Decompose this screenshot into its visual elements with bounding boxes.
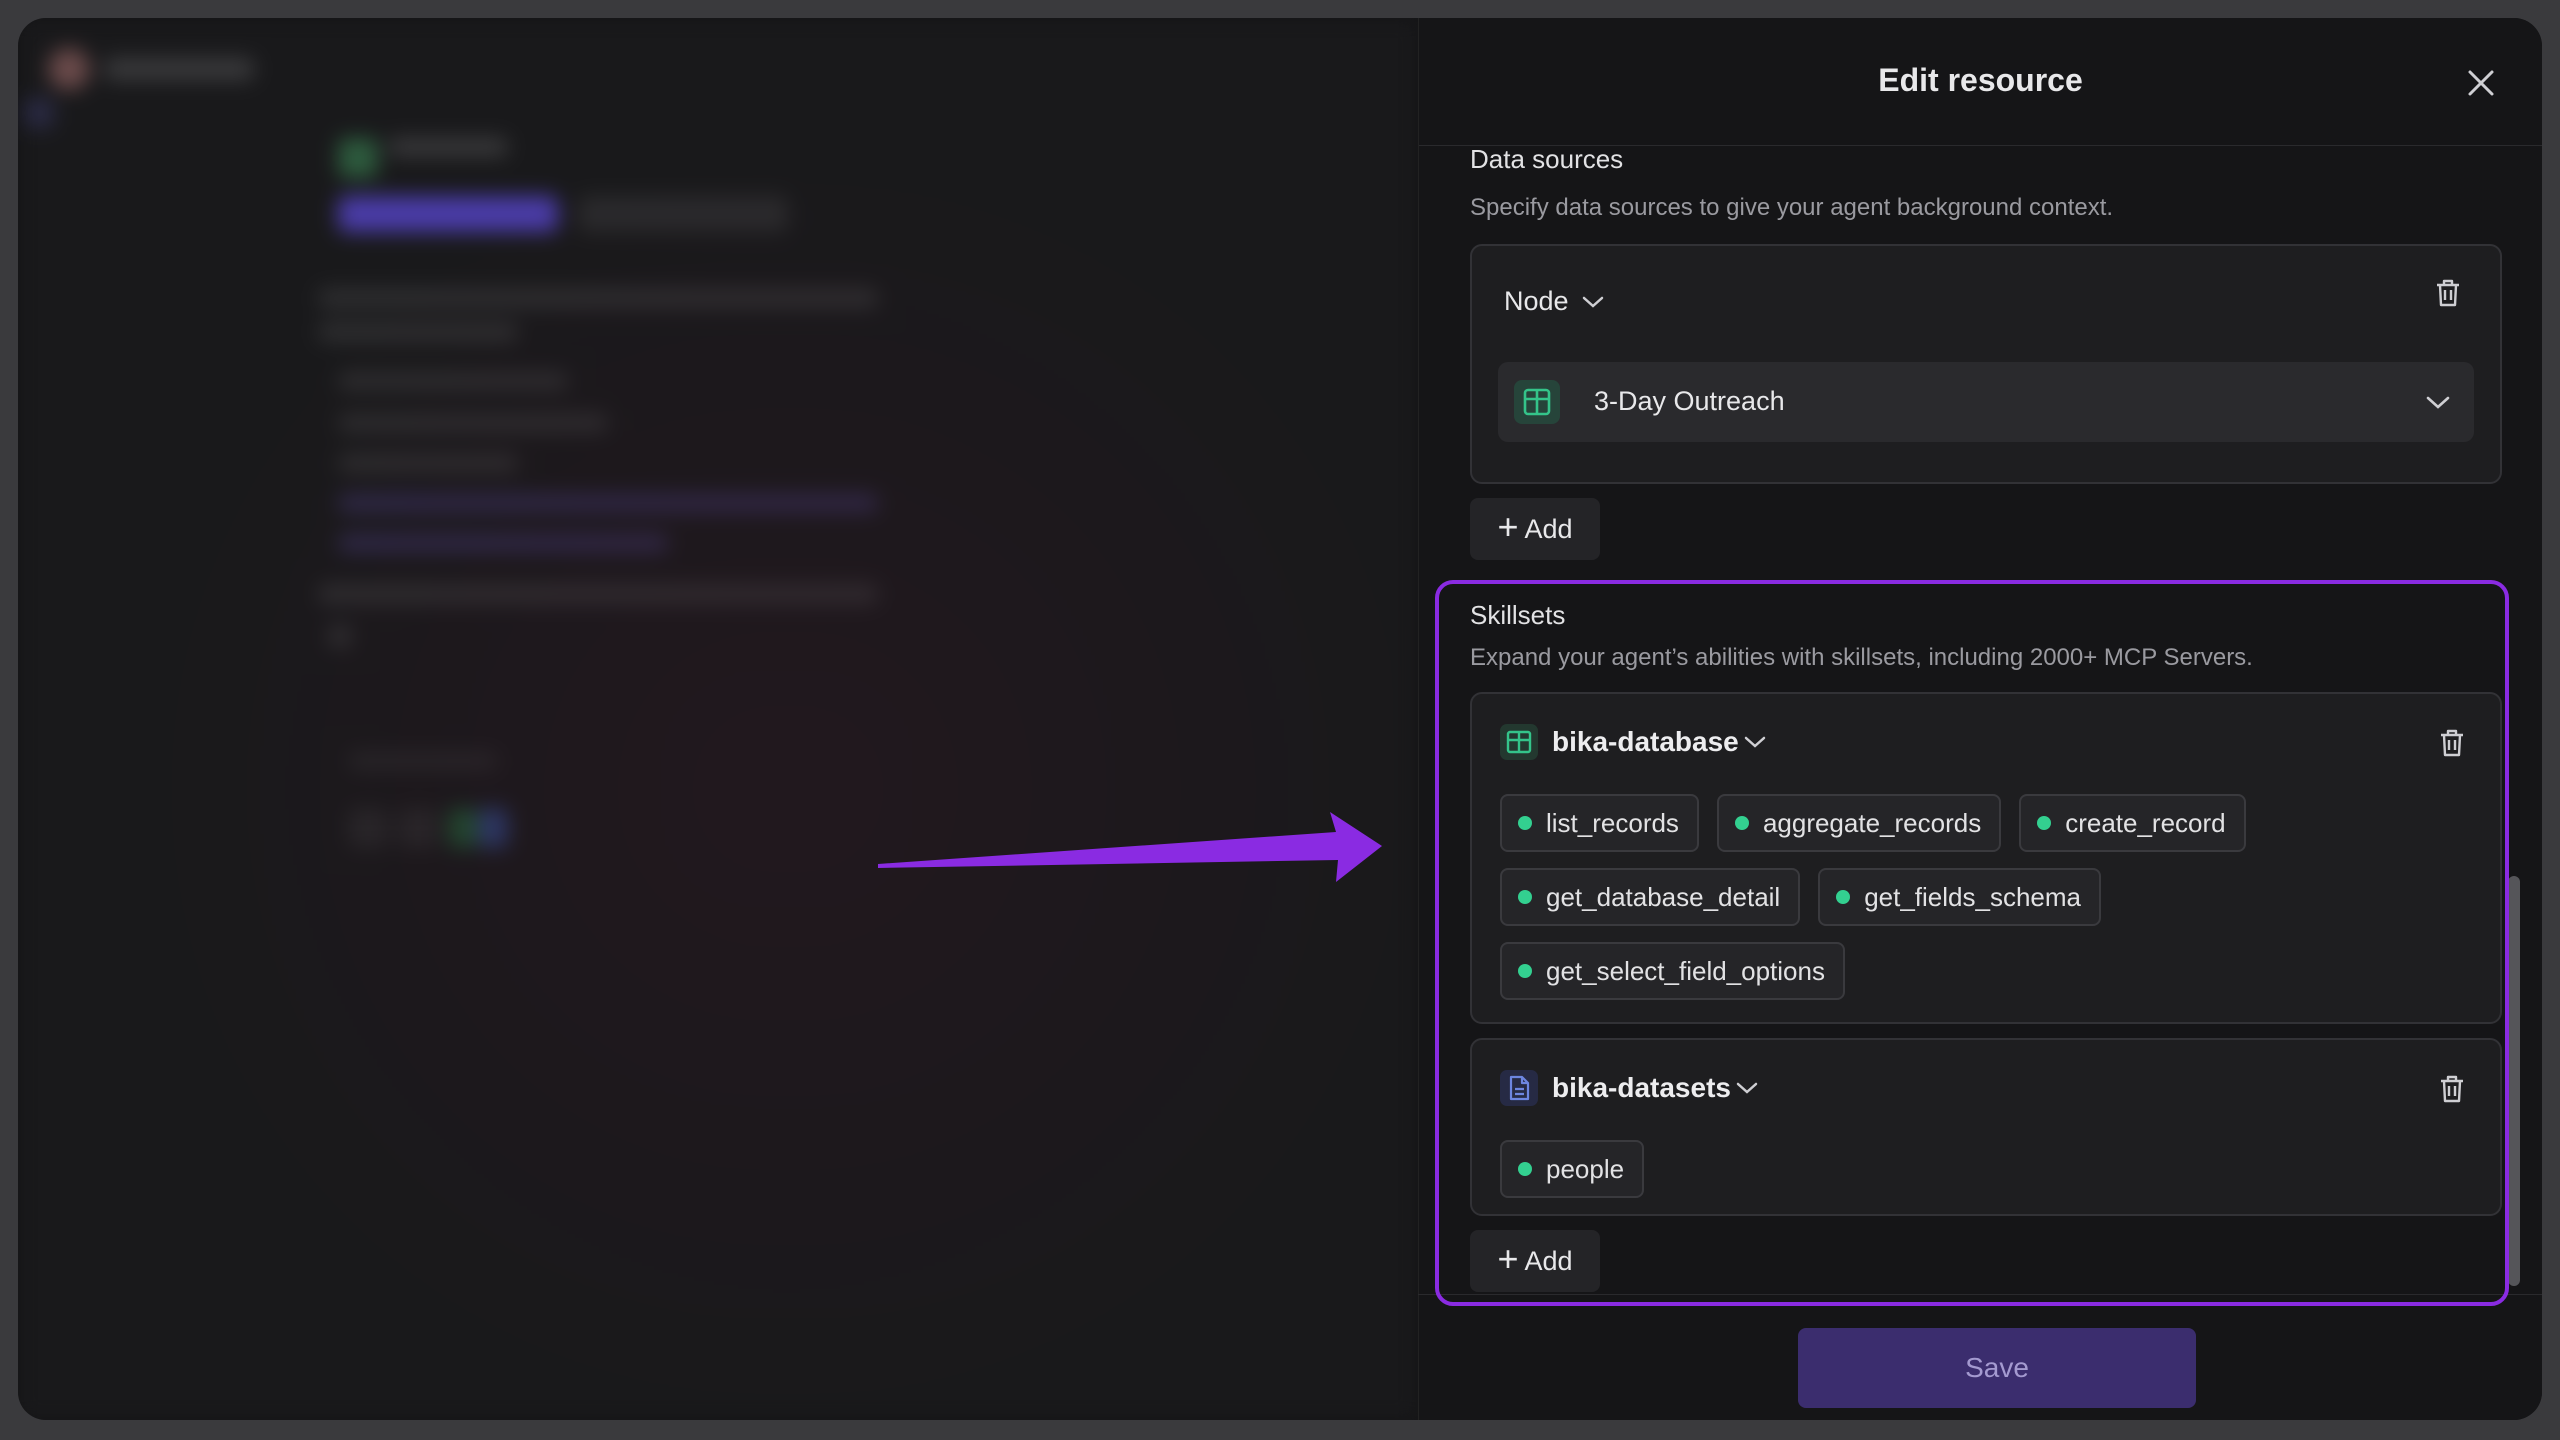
- save-button[interactable]: Save: [1798, 1328, 2196, 1408]
- plus-icon: +: [1497, 506, 1519, 547]
- background-app-blurred: [18, 18, 1418, 1420]
- skillsets-highlight-box: [1435, 580, 2509, 1306]
- data-sources-title: Data sources: [1470, 144, 1624, 174]
- resource-select[interactable]: 3-Day Outreach: [1498, 362, 2474, 442]
- data-source-card: Node 3-Day Outreach: [1470, 244, 2502, 484]
- drawer-header: Edit resource: [1419, 18, 2542, 146]
- drawer-title: Edit resource: [1878, 62, 2083, 98]
- add-data-source-button[interactable]: + Add: [1470, 498, 1600, 560]
- add-label: Add: [1524, 513, 1573, 544]
- node-type-label: Node: [1504, 286, 1569, 316]
- scrollbar[interactable]: [2508, 876, 2520, 1286]
- trash-icon[interactable]: [2434, 278, 2462, 308]
- data-sources-description: Specify data sources to give your agent …: [1470, 194, 2114, 221]
- close-icon[interactable]: [2464, 66, 2498, 100]
- table-icon: [1514, 380, 1560, 424]
- chevron-down-icon: [2426, 396, 2450, 409]
- node-type-select[interactable]: Node: [1504, 286, 1605, 317]
- chevron-down-icon: [1582, 296, 1603, 308]
- resource-label: 3-Day Outreach: [1594, 386, 1785, 416]
